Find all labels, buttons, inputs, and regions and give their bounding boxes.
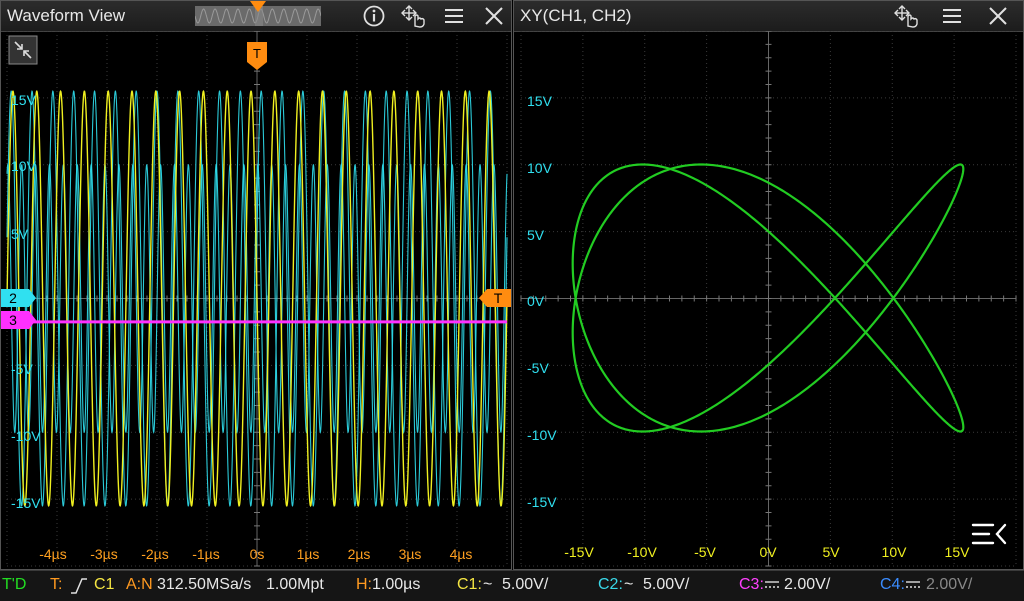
timebase-value[interactable]: 1.00µs [372, 571, 420, 599]
ch2-scale[interactable]: 5.00V/ [643, 571, 689, 599]
waveform-view-titlebar[interactable]: Waveform View [1, 1, 511, 32]
ch2-ac-icon: ~ [624, 576, 634, 593]
memory-depth: 1.00Mpt [266, 576, 324, 593]
xy-view-titlebar[interactable]: XY(CH1, CH2) [514, 1, 1023, 32]
xy-x-label: 5V [822, 544, 840, 560]
xy-y-label: -10V [527, 427, 557, 443]
ch4-dc-icon [906, 581, 920, 588]
xy-y-label: 15V [527, 93, 553, 109]
ch2-offset-marker[interactable]: 2 [1, 289, 36, 307]
xy-plot-area[interactable]: 15V 10V 5V 0V -5V -10V -15V -15V -10V -5… [514, 31, 1023, 570]
wf-x-label: -3µs [90, 546, 118, 562]
acquisition-mode[interactable]: A:N [126, 571, 153, 599]
menu-icon[interactable] [442, 4, 466, 28]
xy-y-label: 5V [527, 227, 545, 243]
mode-indicator[interactable]: T'D [2, 571, 26, 599]
menu-icon[interactable] [940, 4, 964, 28]
ch3-dc-icon [765, 581, 779, 588]
sample-rate: 312.50MSa/s [157, 576, 252, 593]
svg-text:3: 3 [9, 312, 17, 328]
trigger-source[interactable]: C1 [94, 571, 114, 599]
info-icon[interactable] [362, 4, 386, 28]
timebase-label[interactable]: H: [356, 571, 372, 599]
touch-move-icon[interactable] [400, 4, 428, 28]
wf-x-label: -4µs [39, 546, 67, 562]
touch-move-icon[interactable] [893, 4, 921, 28]
ch4-label[interactable]: C4: [880, 571, 905, 599]
rising-edge-icon [71, 578, 87, 594]
ch4-scale[interactable]: 2.00V/ [926, 571, 972, 599]
trigger-position-marker[interactable] [250, 1, 266, 13]
collapse-menu-icon[interactable] [971, 523, 1007, 545]
xy-x-label: 15V [945, 544, 971, 560]
xy-y-label: -5V [527, 360, 549, 376]
status-bar: T'D T: C1 A:N 312.50MSa/s 1.00Mpt H: 1.0… [0, 570, 1024, 601]
trigger-top-marker[interactable]: T [247, 42, 267, 70]
wf-x-label: 4µs [450, 546, 473, 562]
ch2-label[interactable]: C2: [598, 571, 623, 599]
ch3-label[interactable]: C3: [739, 571, 764, 599]
ch3-scale[interactable]: 2.00V/ [784, 571, 830, 599]
xy-view-panel[interactable]: XY(CH1, CH2) 15V 10V 5V 0V -5V -10V -15V [513, 0, 1024, 570]
wf-y-label: 15V [11, 92, 37, 108]
close-icon[interactable] [986, 4, 1010, 28]
xy-y-label: 10V [527, 160, 553, 176]
xy-grid [520, 31, 1017, 567]
wf-x-label: -2µs [141, 546, 169, 562]
wf-y-label: -5V [11, 361, 33, 377]
xy-x-label: -15V [564, 544, 594, 560]
waveform-view-panel[interactable]: Waveform View T 2 3 T 15V 10V 5V -5V -10… [0, 0, 512, 570]
ch1-scale[interactable]: 5.00V/ [502, 571, 548, 599]
xy-y-label: -15V [527, 494, 557, 510]
xy-x-label: 0V [759, 544, 777, 560]
wf-y-label: -10V [11, 428, 41, 444]
ch1-label[interactable]: C1: [457, 571, 482, 599]
wf-x-label: 0s [250, 546, 265, 562]
wf-y-label: 5V [11, 226, 29, 242]
xy-y-label: 0V [527, 293, 545, 309]
svg-text:2: 2 [9, 290, 17, 306]
waveform-plot-area[interactable]: T 2 3 T 15V 10V 5V -5V -10V -15V -4µs -3… [1, 31, 511, 570]
waveform-view-title: Waveform View [7, 6, 126, 25]
xy-x-label: -10V [627, 544, 657, 560]
wf-y-label: 10V [11, 158, 37, 174]
wf-x-label: 2µs [348, 546, 371, 562]
ch1-ac-icon: ~ [483, 576, 493, 593]
svg-text:T: T [253, 46, 261, 61]
wf-y-label: -15V [11, 495, 41, 511]
xy-x-label: -5V [694, 544, 716, 560]
minimize-icon[interactable] [8, 35, 38, 65]
xy-x-label: 10V [882, 544, 908, 560]
xy-view-title: XY(CH1, CH2) [520, 6, 632, 25]
close-icon[interactable] [482, 4, 506, 28]
wf-x-label: 1µs [297, 546, 320, 562]
trigger-label[interactable]: T: [50, 571, 62, 599]
ch3-offset-marker[interactable]: 3 [1, 311, 36, 329]
wf-x-label: -1µs [192, 546, 220, 562]
wf-x-label: 3µs [399, 546, 422, 562]
svg-text:T: T [494, 290, 503, 306]
